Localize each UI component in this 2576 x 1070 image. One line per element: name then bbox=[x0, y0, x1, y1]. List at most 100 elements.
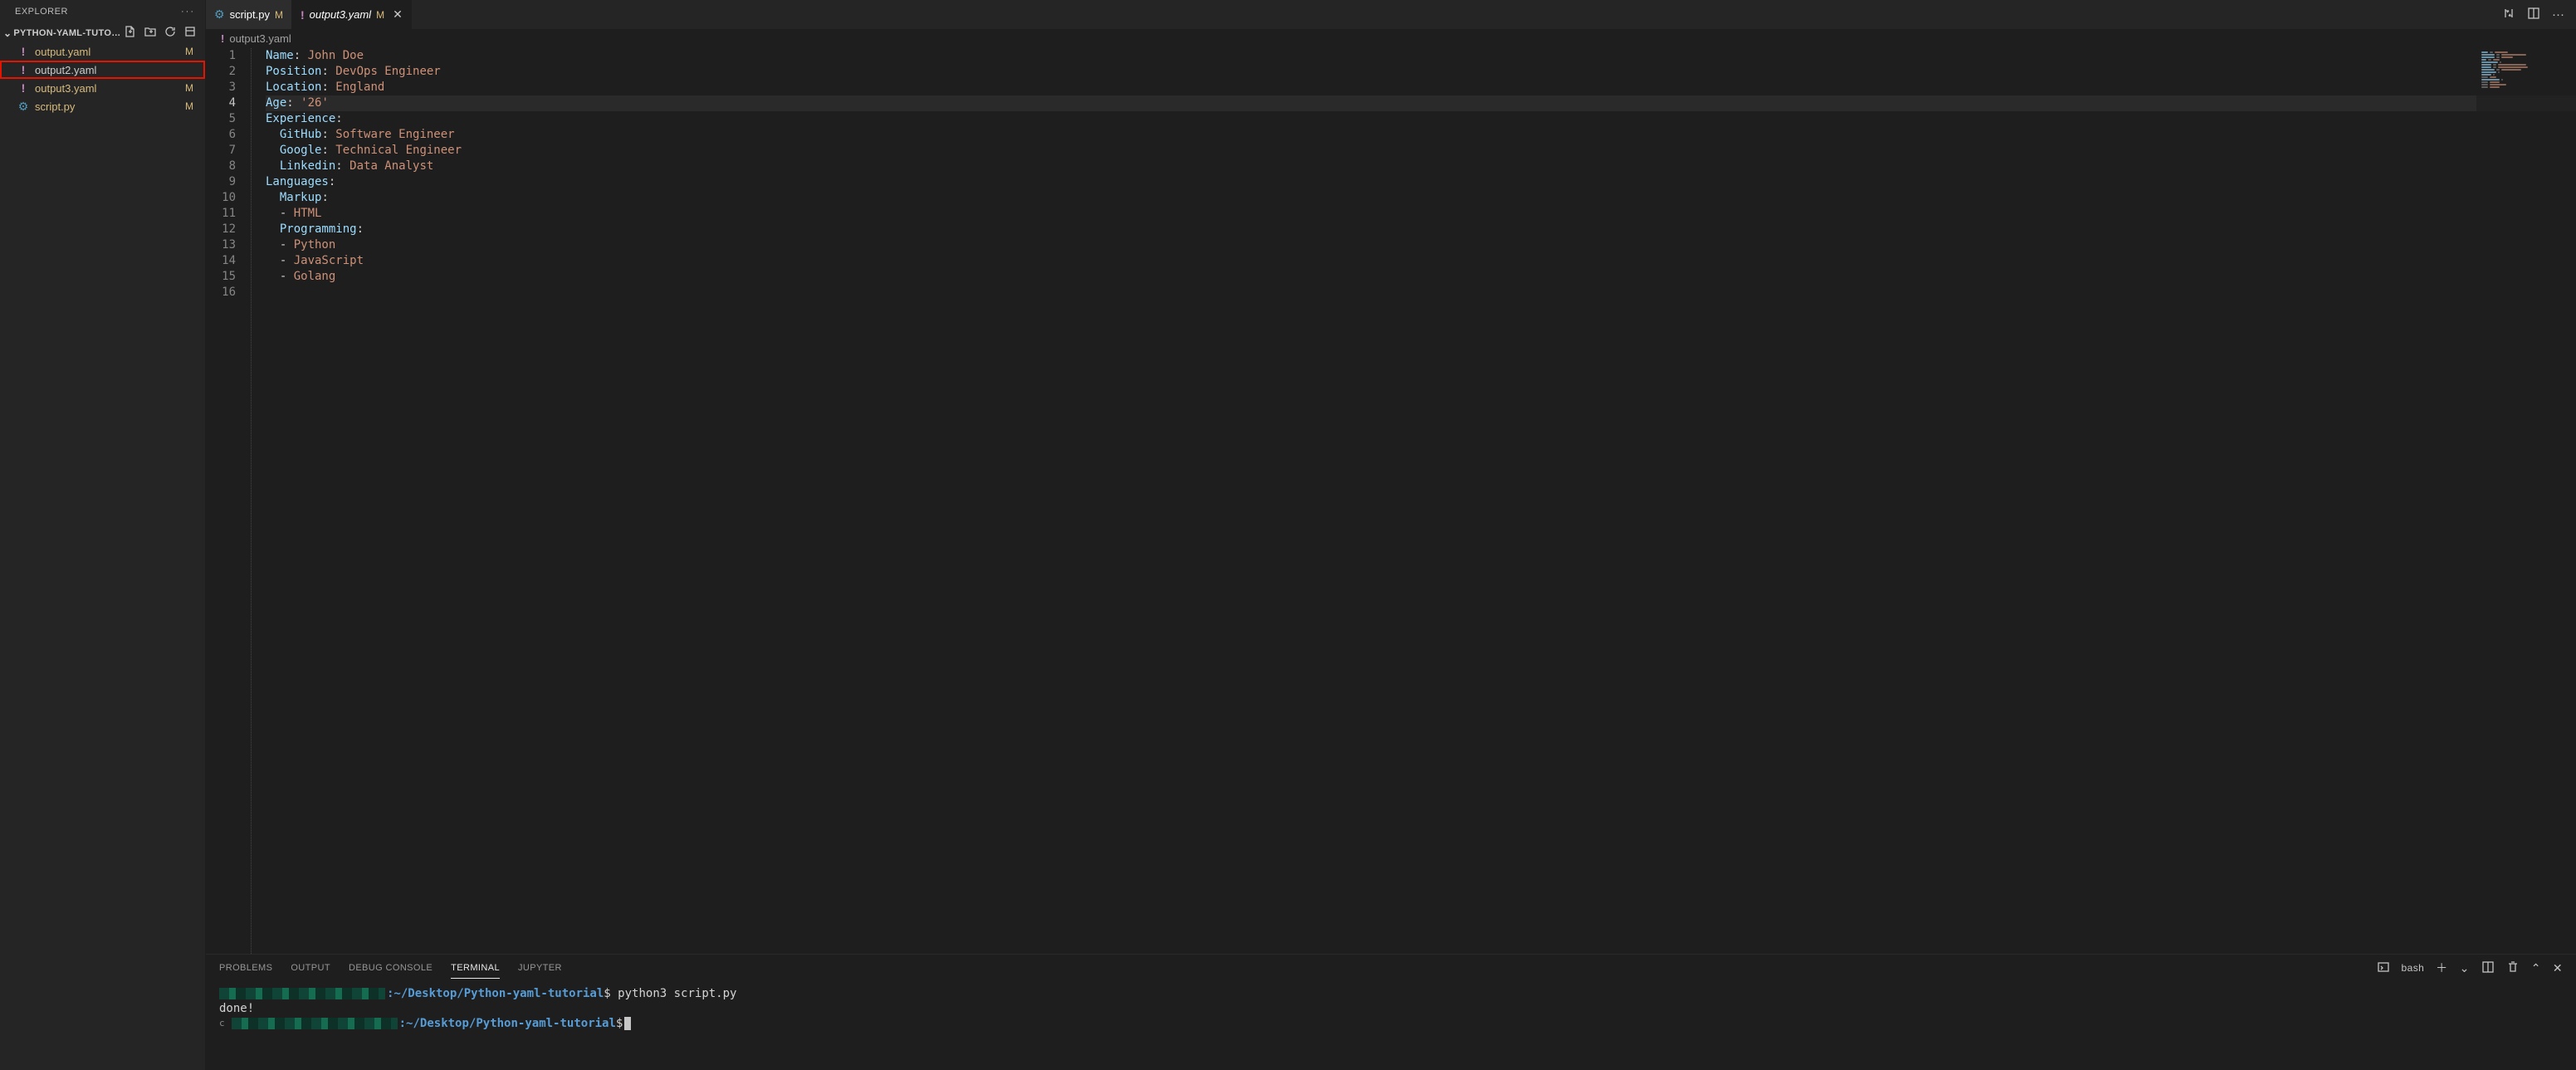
folder-header[interactable]: ⌄ PYTHON-YAML-TUTO… bbox=[0, 23, 205, 42]
terminal-prompt-symbol: $ bbox=[616, 1016, 623, 1031]
line-number: 7 bbox=[206, 143, 236, 159]
line-number: 5 bbox=[206, 111, 236, 127]
editor-tabbar: ⚙script.pyM!output3.yamlM✕ ··· bbox=[206, 0, 2576, 29]
terminal-path: :~/Desktop/Python-yaml-tutorial bbox=[387, 986, 604, 1001]
tab-file-icon: ! bbox=[301, 8, 305, 22]
compare-changes-icon[interactable] bbox=[2502, 7, 2515, 23]
yaml-file-icon: ! bbox=[221, 32, 224, 45]
code-line: - Golang bbox=[266, 269, 2576, 285]
bottom-panel: PROBLEMS OUTPUT DEBUG CONSOLE TERMINAL JUPYT… bbox=[206, 954, 2576, 1070]
main-area: ⚙script.pyM!output3.yamlM✕ ··· ! output3… bbox=[206, 0, 2576, 1070]
file-name: output2.yaml bbox=[35, 64, 198, 76]
modified-badge: M bbox=[185, 46, 198, 57]
editor-tab[interactable]: ⚙script.pyM bbox=[206, 0, 292, 29]
code-line: - JavaScript bbox=[266, 253, 2576, 269]
folder-name: PYTHON-YAML-TUTO… bbox=[13, 28, 124, 38]
code-editor[interactable]: 12345678910111213141516 Name: John DoePo… bbox=[206, 48, 2576, 954]
terminal-cursor bbox=[624, 1017, 631, 1030]
terminal-prompt-symbol: $ bbox=[604, 986, 610, 1001]
file-item[interactable]: !output.yamlM bbox=[0, 42, 205, 61]
collapse-icon[interactable] bbox=[183, 25, 197, 41]
code-line: - Python bbox=[266, 237, 2576, 253]
line-number: 12 bbox=[206, 222, 236, 237]
refresh-icon[interactable] bbox=[164, 25, 177, 41]
new-terminal-icon[interactable]: ＋ bbox=[2436, 960, 2447, 976]
file-list: !output.yamlM!output2.yaml!output3.yamlM… bbox=[0, 42, 205, 1070]
explorer-title: EXPLORER bbox=[15, 7, 68, 17]
tab-file-icon: ⚙ bbox=[214, 7, 225, 22]
explorer-sidebar: EXPLORER ··· ⌄ PYTHON-YAML-TUTO… !output… bbox=[0, 0, 206, 1070]
line-number-gutter: 12345678910111213141516 bbox=[206, 48, 251, 954]
terminal-dropdown-icon[interactable]: ⌄ bbox=[2460, 961, 2470, 975]
panel-tabbar: PROBLEMS OUTPUT DEBUG CONSOLE TERMINAL JUPYT… bbox=[206, 955, 2576, 981]
line-number: 6 bbox=[206, 127, 236, 143]
split-editor-icon[interactable] bbox=[2527, 7, 2540, 23]
kill-terminal-icon[interactable] bbox=[2506, 960, 2520, 976]
breadcrumb[interactable]: ! output3.yaml bbox=[206, 29, 2576, 48]
editor-tab[interactable]: !output3.yamlM✕ bbox=[292, 0, 412, 29]
chevron-down-icon: ⌄ bbox=[3, 27, 12, 39]
panel-tab[interactable]: OUTPUT bbox=[291, 958, 330, 979]
fold-column bbox=[251, 48, 256, 954]
tab-filename: script.py bbox=[230, 8, 270, 21]
close-panel-icon[interactable]: ✕ bbox=[2553, 961, 2563, 975]
explorer-more-icon[interactable]: ··· bbox=[181, 7, 195, 17]
line-number: 8 bbox=[206, 159, 236, 174]
editor-area: 12345678910111213141516 Name: John DoePo… bbox=[206, 48, 2576, 954]
line-number: 3 bbox=[206, 80, 236, 95]
code-line: Experience: bbox=[266, 111, 2576, 127]
line-number: 2 bbox=[206, 64, 236, 80]
terminal-prefix: c bbox=[219, 1016, 225, 1031]
file-item[interactable]: ⚙script.pyM bbox=[0, 97, 205, 115]
terminal-line: done! bbox=[219, 1001, 2563, 1016]
panel-tab[interactable]: PROBLEMS bbox=[219, 958, 272, 979]
shell-label[interactable]: bash bbox=[2402, 962, 2425, 974]
terminal-command: python3 script.py bbox=[618, 986, 736, 1001]
new-file-icon[interactable] bbox=[124, 25, 137, 41]
tab-more-icon[interactable]: ··· bbox=[2552, 7, 2564, 22]
file-name: script.py bbox=[35, 100, 185, 113]
terminal-output: done! bbox=[219, 1001, 254, 1016]
terminal-line: c :~/Desktop/Python-yaml-tutorial $ bbox=[219, 1016, 2563, 1031]
explorer-header: EXPLORER ··· bbox=[0, 0, 205, 23]
new-folder-icon[interactable] bbox=[144, 25, 157, 41]
split-terminal-icon[interactable] bbox=[2481, 960, 2495, 976]
terminal-content[interactable]: :~/Desktop/Python-yaml-tutorial $ python… bbox=[206, 981, 2576, 1070]
panel-actions: bash ＋ ⌄ ⌃ ✕ bbox=[2377, 960, 2563, 976]
code-line: Programming: bbox=[266, 222, 2576, 237]
line-number: 16 bbox=[206, 285, 236, 300]
terminal-user-redacted bbox=[232, 1018, 398, 1029]
modified-badge: M bbox=[185, 100, 198, 112]
code-line: Languages: bbox=[266, 174, 2576, 190]
line-number: 9 bbox=[206, 174, 236, 190]
code-line: Google: Technical Engineer bbox=[266, 143, 2576, 159]
file-item[interactable]: !output2.yaml bbox=[0, 61, 205, 79]
line-number: 11 bbox=[206, 206, 236, 222]
line-number: 13 bbox=[206, 237, 236, 253]
file-type-icon: ! bbox=[17, 45, 30, 58]
tab-modified-badge: M bbox=[376, 9, 384, 21]
code-line: Location: England bbox=[266, 80, 2576, 95]
line-number: 14 bbox=[206, 253, 236, 269]
line-number: 1 bbox=[206, 48, 236, 64]
line-number: 4 bbox=[206, 95, 236, 111]
code-line: Position: DevOps Engineer bbox=[266, 64, 2576, 80]
panel-tab[interactable]: JUPYTER bbox=[518, 958, 562, 979]
code-line: GitHub: Software Engineer bbox=[266, 127, 2576, 143]
code-line: Age: '26' bbox=[266, 95, 2576, 111]
panel-tab[interactable]: DEBUG CONSOLE bbox=[349, 958, 433, 979]
launch-profile-icon[interactable] bbox=[2377, 960, 2390, 976]
code-line: - HTML bbox=[266, 206, 2576, 222]
file-item[interactable]: !output3.yamlM bbox=[0, 79, 205, 97]
code-content[interactable]: Name: John DoePosition: DevOps EngineerL… bbox=[266, 48, 2576, 954]
maximize-panel-icon[interactable]: ⌃ bbox=[2531, 961, 2541, 975]
terminal-path: :~/Desktop/Python-yaml-tutorial bbox=[399, 1016, 616, 1031]
line-number: 10 bbox=[206, 190, 236, 206]
tabbar-actions: ··· bbox=[2490, 0, 2576, 29]
panel-tab[interactable]: TERMINAL bbox=[451, 958, 500, 979]
breadcrumb-filename: output3.yaml bbox=[229, 32, 291, 45]
line-number: 15 bbox=[206, 269, 236, 285]
minimap[interactable] bbox=[2476, 48, 2576, 954]
app-root: EXPLORER ··· ⌄ PYTHON-YAML-TUTO… !output… bbox=[0, 0, 2576, 1070]
close-tab-icon[interactable]: ✕ bbox=[393, 7, 403, 22]
